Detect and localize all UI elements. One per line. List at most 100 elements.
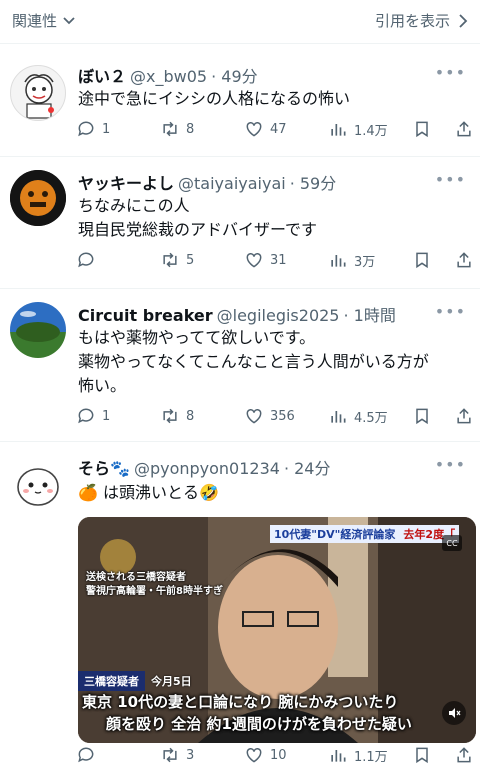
- tweet-actions: 1 8 356 4.5万: [76, 406, 476, 430]
- bookmark-icon: [416, 747, 428, 764]
- mute-button[interactable]: [442, 701, 466, 725]
- like-button[interactable]: 31: [244, 250, 287, 270]
- more-options-icon[interactable]: •••: [435, 63, 466, 82]
- heart-icon: [246, 408, 262, 424]
- video-player[interactable]: 10代妻"DV"経済評論家 去年2度「 CC 送検される三橋容疑者 警視庁高輪署…: [78, 517, 476, 743]
- like-button[interactable]: 356: [244, 406, 295, 426]
- display-name[interactable]: そら🐾: [78, 459, 130, 478]
- tweet-text: 🍊 は頭沸いとる🤣: [78, 481, 219, 505]
- share-button[interactable]: [454, 406, 474, 426]
- share-button[interactable]: [454, 745, 474, 765]
- share-icon: [457, 747, 471, 763]
- avatar[interactable]: [10, 170, 66, 226]
- like-count: 47: [270, 121, 287, 137]
- retweet-count: 3: [186, 747, 195, 763]
- reply-button[interactable]: 1: [76, 406, 110, 426]
- view-count: 4.5万: [354, 410, 388, 426]
- left-caption: 送検される三橋容疑者 警視庁高輪署・午前8時半すぎ: [86, 571, 223, 599]
- avatar-illustration: [10, 170, 66, 226]
- like-count: 10: [270, 747, 287, 763]
- subtitle-line: 東京 10代の妻と口論になり 腕にかみついたり: [82, 693, 399, 711]
- tweet-line: 途中で急にイシシの人格になるの怖い: [78, 89, 351, 108]
- caption-line: 送検される三橋容疑者: [86, 572, 186, 583]
- timestamp[interactable]: · 1時間: [343, 306, 395, 325]
- retweet-button[interactable]: 5: [160, 250, 194, 270]
- cc-label: CC: [446, 538, 458, 548]
- avatar-illustration: [24, 74, 54, 119]
- tweet[interactable]: ヤッキーよし @taiyaiyaiyai · 59分 ••• ちなみにこの人 現自民…: [0, 158, 480, 289]
- avatar[interactable]: [10, 65, 66, 121]
- reply-icon: [78, 121, 94, 137]
- view-quotes-link[interactable]: 引用を表示: [375, 10, 470, 31]
- bookmark-button[interactable]: [412, 745, 432, 765]
- display-name[interactable]: Circuit breaker: [78, 306, 213, 325]
- tweet-text: ちなみにこの人 現自民党総裁のアドバイザーです: [78, 194, 317, 242]
- bookmark-icon: [416, 121, 428, 138]
- views-button[interactable]: 3万: [328, 250, 375, 270]
- video-subtitles: 東京 10代の妻と口論になり 腕にかみついたり 顔を殴り 全治 約1週間のけがを…: [78, 691, 476, 735]
- handle[interactable]: @legilegis2025: [217, 306, 340, 325]
- share-button[interactable]: [454, 250, 474, 270]
- view-quotes-label: 引用を表示: [374, 12, 450, 30]
- views-button[interactable]: 1.1万: [328, 745, 388, 765]
- tweet-actions: 1 8 47 1.4万: [76, 119, 476, 143]
- retweet-button[interactable]: 8: [160, 406, 194, 426]
- retweet-count: 8: [186, 121, 195, 137]
- retweet-icon: [163, 408, 177, 424]
- tweet[interactable]: ぼい２ @x_bw05 · 49分 ••• 途中で急にイシシの人格になるの怖い 1 …: [0, 45, 480, 157]
- more-options-icon[interactable]: •••: [435, 455, 466, 474]
- banner-title: 10代妻"DV"経済評論家: [274, 528, 396, 541]
- avatar-illustration: [10, 302, 66, 358]
- like-button[interactable]: 10: [244, 745, 287, 765]
- timestamp[interactable]: · 49分: [211, 67, 258, 86]
- like-count: 356: [270, 408, 295, 424]
- reply-count: 1: [102, 408, 111, 424]
- sort-dropdown[interactable]: 関連性: [12, 10, 77, 31]
- bookmark-button[interactable]: [412, 250, 432, 270]
- more-options-icon[interactable]: •••: [435, 302, 466, 321]
- avatar-illustration: [17, 468, 59, 506]
- tweet[interactable]: Circuit breaker @legilegis2025 · 1時間 ••• も…: [0, 290, 480, 442]
- avatar[interactable]: [10, 457, 66, 513]
- reply-button[interactable]: [76, 250, 102, 270]
- timestamp[interactable]: · 59分: [290, 174, 337, 193]
- retweet-button[interactable]: 8: [160, 119, 194, 139]
- bookmark-icon: [416, 252, 428, 269]
- like-count: 31: [270, 252, 287, 268]
- tweet-actions: 5 31 3万: [76, 250, 476, 274]
- tweet-line: 🍊 は頭沸いとる🤣: [78, 483, 219, 502]
- reply-button[interactable]: [76, 745, 102, 765]
- tweet-line: ちなみにこの人: [78, 196, 190, 215]
- reply-icon: [78, 747, 94, 763]
- handle[interactable]: @x_bw05: [130, 67, 207, 86]
- tweet[interactable]: そら🐾 @pyonpyon01234 · 24分 ••• 🍊 は頭沸いとる🤣 10代…: [0, 443, 480, 779]
- news-banner: 10代妻"DV"経済評論家 去年2度「: [270, 525, 460, 543]
- retweet-count: 5: [186, 252, 195, 268]
- views-button[interactable]: 4.5万: [328, 406, 388, 426]
- bookmark-button[interactable]: [412, 406, 432, 426]
- views-chart-icon: [331, 124, 346, 136]
- caption-line: 警視庁高輪署・午前8時半すぎ: [86, 586, 223, 597]
- like-button[interactable]: 47: [244, 119, 287, 139]
- share-button[interactable]: [454, 119, 474, 139]
- avatar[interactable]: [10, 302, 66, 358]
- retweet-icon: [163, 252, 177, 268]
- retweet-count: 8: [186, 408, 195, 424]
- bookmark-button[interactable]: [412, 119, 432, 139]
- top-bar: 関連性 引用を表示: [0, 0, 480, 44]
- tweet-text: 途中で急にイシシの人格になるの怖い: [78, 87, 350, 111]
- display-name[interactable]: ぼい２: [78, 67, 126, 86]
- retweet-button[interactable]: 3: [160, 745, 194, 765]
- tweet-line: もはや薬物やってて欲しいです。: [78, 328, 316, 347]
- timestamp[interactable]: · 24分: [284, 459, 331, 478]
- views-button[interactable]: 1.4万: [328, 119, 388, 139]
- tweet-text: もはや薬物やってて欲しいです。 薬物やってなくてこんなこと言う人間がいる方が 怖…: [78, 326, 429, 398]
- cc-badge[interactable]: CC: [442, 535, 462, 551]
- display-name[interactable]: ヤッキーよし: [78, 174, 174, 193]
- handle[interactable]: @taiyaiyaiyai: [178, 174, 286, 193]
- mute-icon: [449, 708, 461, 718]
- more-options-icon[interactable]: •••: [435, 170, 466, 189]
- view-count: 3万: [354, 254, 376, 270]
- reply-button[interactable]: 1: [76, 119, 110, 139]
- handle[interactable]: @pyonpyon01234: [134, 459, 280, 478]
